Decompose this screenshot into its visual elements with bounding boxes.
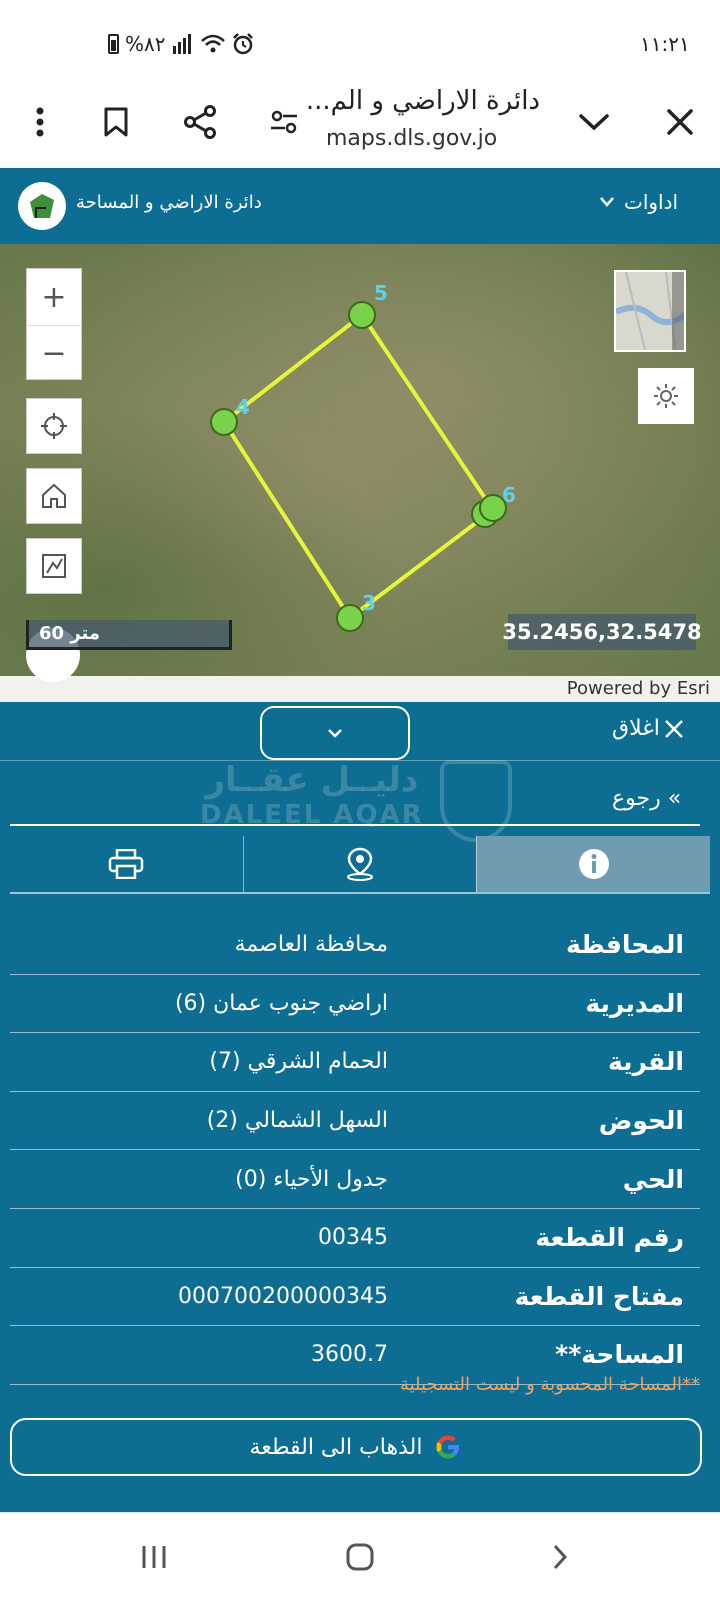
row-label: المساحة** [555, 1340, 684, 1370]
table-row: رقم القطعة 00345 [10, 1209, 700, 1268]
parcel-vertex[interactable] [336, 604, 364, 632]
collapse-panel-button[interactable] [260, 706, 410, 760]
back-label: رجوع [612, 786, 661, 811]
close-icon [664, 719, 683, 738]
measure-button[interactable] [26, 538, 82, 594]
chevron-down-icon [328, 729, 342, 738]
zoom-controls: + − [26, 268, 82, 380]
recent-apps-icon[interactable] [124, 1533, 184, 1581]
battery-icon [108, 34, 119, 54]
map-attribution[interactable]: Powered by Esri [0, 676, 720, 702]
measure-icon [42, 554, 66, 578]
home-button[interactable] [26, 468, 82, 524]
status-icons: %٨٢ [108, 32, 254, 56]
site-settings-icon[interactable] [260, 98, 308, 146]
vertex-label: 5 [374, 281, 388, 305]
watermark-arabic: دليــل عقــار [205, 760, 419, 800]
back-link[interactable]: رجوع « [612, 786, 681, 811]
alarm-icon [232, 33, 253, 55]
goto-parcel-button[interactable]: الذهاب الى القطعة [10, 1418, 702, 1476]
close-panel-button[interactable]: اغلاق [612, 716, 684, 741]
clock: ١١:٢١ [640, 32, 690, 56]
location-pin-icon [347, 847, 373, 881]
status-bar: %٨٢ ١١:٢١ [0, 0, 720, 80]
tab-info[interactable] [476, 836, 711, 892]
coordinates-readout: 35.2456,32.5478 [502, 614, 702, 650]
site-name: دائرة الاراضي و المساحة [76, 192, 262, 213]
close-label: اغلاق [612, 716, 660, 741]
table-row: القرية الحمام الشرقي (7) [10, 1033, 700, 1092]
tools-label: اداوات [624, 190, 679, 214]
row-label: المديرية [585, 988, 684, 1018]
zoom-out-button[interactable]: − [27, 325, 81, 381]
google-icon [436, 1435, 460, 1459]
chevron-down-icon[interactable] [570, 98, 618, 146]
row-label: رقم القطعة [535, 1223, 684, 1253]
double-chevron-icon: « [667, 786, 682, 811]
row-label: مفتاح القطعة [514, 1281, 684, 1311]
info-icon [578, 849, 609, 879]
page-url[interactable]: maps.dls.gov.jo [326, 126, 497, 151]
scale-label: 60 متر [39, 623, 101, 644]
vertex-label: 4 [236, 395, 250, 419]
share-icon[interactable] [176, 98, 224, 146]
page-title[interactable]: دائرة الاراضي و الم... [306, 86, 540, 116]
table-row: الحوض السهل الشمالي (2) [10, 1092, 700, 1151]
printer-icon [109, 849, 144, 879]
row-value: السهل الشمالي (2) [206, 1108, 388, 1134]
map-view[interactable]: 5 4 6 3 + − 60 متر 35.2456,32.5478 Power… [0, 244, 720, 702]
row-value: 00345 [318, 1225, 388, 1251]
tools-menu-button[interactable]: اداوات [600, 190, 678, 214]
crosshair-icon [41, 413, 67, 439]
row-value: الحمام الشرقي (7) [209, 1049, 388, 1075]
basemap-toggle[interactable] [614, 270, 686, 352]
parcel-info-table: المحافظة محافظة العاصمة المديرية اراضي ج… [10, 916, 700, 1385]
system-nav-bar [0, 1512, 720, 1600]
row-value: اراضي جنوب عمان (6) [174, 990, 388, 1016]
row-value: جدول الأحياء (0) [235, 1166, 388, 1192]
watermark-logo-icon [440, 760, 512, 842]
dls-logo-icon[interactable] [18, 182, 66, 230]
tab-location[interactable] [242, 836, 477, 892]
home-icon [42, 483, 66, 508]
battery-level: %٨٢ [125, 32, 166, 56]
zoom-in-button[interactable]: + [27, 269, 81, 325]
row-value: 000700200000345 [178, 1283, 388, 1309]
watermark: دليــل عقــار DALEEL AQAR [200, 760, 424, 830]
locate-button[interactable] [26, 398, 82, 454]
more-options-icon[interactable] [16, 98, 64, 146]
area-note: **المساحة المحسوبة و ليست التسجيلية [399, 1374, 700, 1395]
row-label: الحوض [598, 1106, 684, 1136]
bookmark-icon[interactable] [92, 98, 140, 146]
row-label: الحي [622, 1164, 684, 1194]
tab-print[interactable] [10, 836, 243, 892]
table-row: الحي جدول الأحياء (0) [10, 1150, 700, 1209]
parcel-info-panel: اغلاق دليــل عقــار DALEEL AQAR رجوع « ا… [0, 702, 720, 1512]
brightness-button[interactable] [638, 368, 694, 424]
panel-tabs [10, 836, 711, 894]
row-label: القرية [607, 1047, 684, 1077]
home-nav-icon[interactable] [330, 1533, 390, 1581]
table-row: المحافظة محافظة العاصمة [10, 916, 700, 975]
vertex-label: 3 [362, 591, 376, 615]
divider [10, 824, 700, 826]
goto-label: الذهاب الى القطعة [249, 1434, 423, 1460]
row-value: محافظة العاصمة [234, 932, 388, 958]
sun-icon [654, 384, 678, 408]
chevron-down-icon [600, 197, 614, 207]
scale-bar: 60 متر [26, 620, 232, 650]
site-header: دائرة الاراضي و المساحة اداوات [0, 168, 720, 244]
row-value: 3600.7 [311, 1342, 388, 1368]
vertex-label: 6 [502, 483, 516, 507]
parcel-vertex[interactable] [348, 301, 376, 329]
wifi-icon [200, 34, 225, 53]
back-nav-icon[interactable] [530, 1533, 590, 1581]
table-row: المديرية اراضي جنوب عمان (6) [10, 975, 700, 1034]
row-label: المحافظة [565, 930, 684, 960]
close-tab-icon[interactable] [656, 98, 704, 146]
parcel-vertex[interactable] [210, 408, 238, 436]
table-row: مفتاح القطعة 000700200000345 [10, 1268, 700, 1327]
signal-icon [172, 34, 191, 54]
